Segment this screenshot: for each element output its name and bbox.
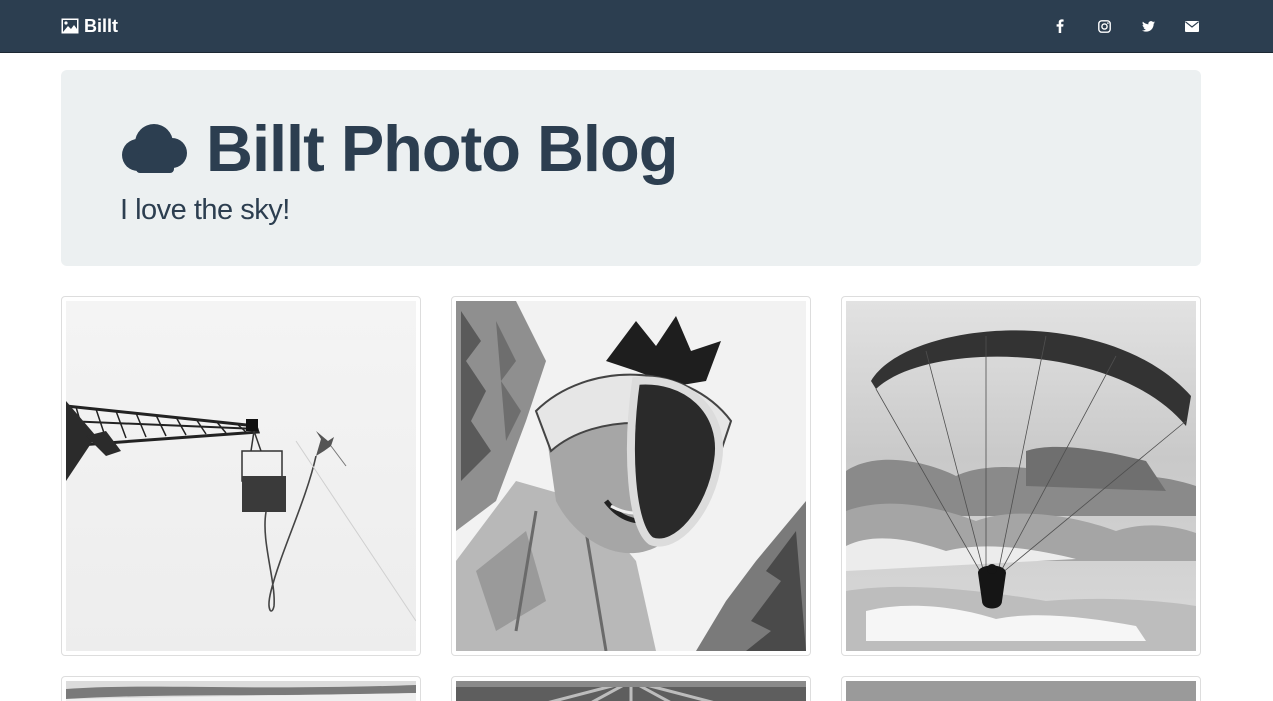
photo-thumbnail-horizon[interactable] <box>841 676 1201 701</box>
photo-thumbnail-crane[interactable] <box>61 296 421 656</box>
photo-snowy-landscape <box>66 681 416 701</box>
facebook-link[interactable] <box>1052 17 1068 35</box>
page-title: Billt Photo Blog <box>206 111 678 185</box>
email-link[interactable] <box>1184 17 1200 35</box>
facebook-icon <box>1056 19 1064 33</box>
top-navbar: Billt <box>0 0 1273 53</box>
photo-crane-bungee-jump <box>66 301 416 651</box>
brand-link[interactable]: Billt <box>61 16 118 36</box>
jumbotron: Billt Photo Blog I love the sky! <box>61 70 1201 266</box>
brand-label: Billt <box>84 15 118 36</box>
instagram-link[interactable] <box>1096 17 1112 35</box>
page-title-row: Billt Photo Blog <box>120 108 678 188</box>
photo-thumbnail-paraglider[interactable] <box>841 296 1201 656</box>
envelope-icon <box>1185 20 1199 32</box>
photo-thumbnail-rays[interactable] <box>451 676 811 701</box>
social-links <box>1052 17 1200 35</box>
photo-light-rays <box>456 681 806 701</box>
page-subtitle: I love the sky! <box>120 194 290 226</box>
photo-paraglider-in-sky <box>846 301 1196 651</box>
instagram-icon <box>1097 19 1111 33</box>
cloud-icon <box>120 123 188 173</box>
twitter-icon <box>1141 20 1155 32</box>
image-icon <box>61 18 79 34</box>
photo-skier-goggles-selfie <box>456 301 806 651</box>
twitter-link[interactable] <box>1140 17 1156 35</box>
photo-thumbnail-skier[interactable] <box>451 296 811 656</box>
photo-grey-horizon <box>846 681 1196 701</box>
photo-thumbnail-snow[interactable] <box>61 676 421 701</box>
